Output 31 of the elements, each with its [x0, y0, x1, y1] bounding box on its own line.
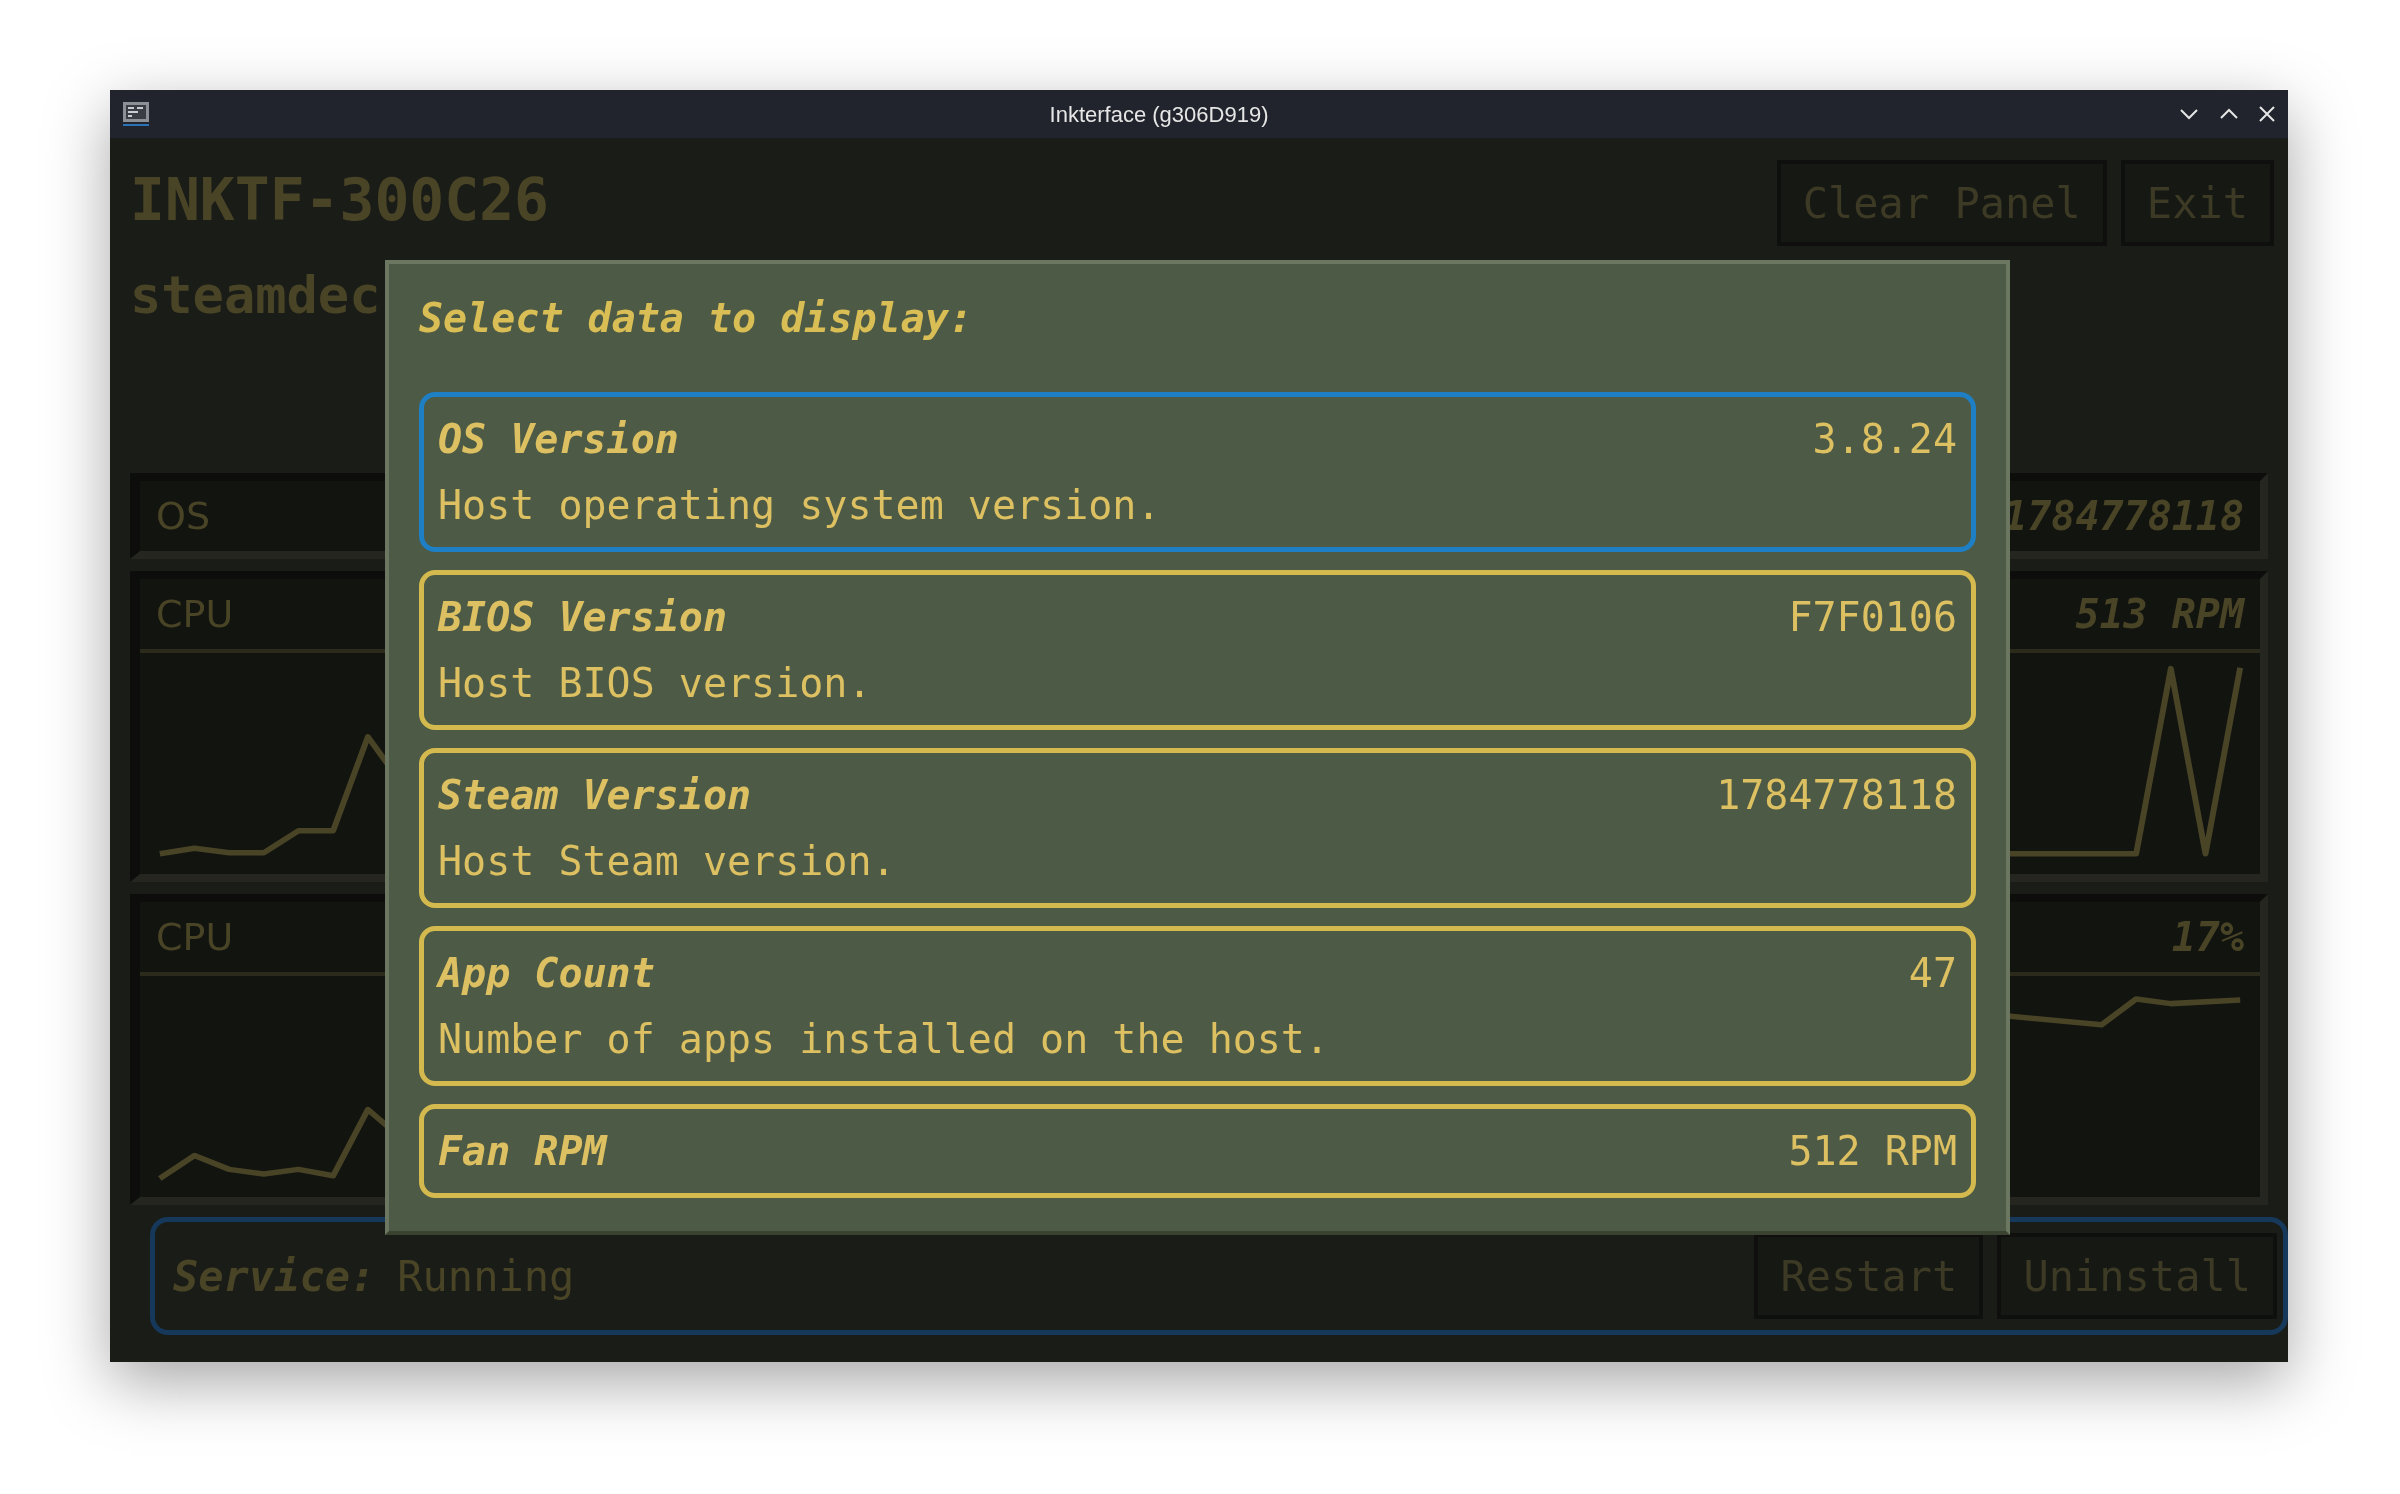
option-value: 512 RPM [1788, 1127, 1957, 1176]
option-name: App Count [438, 949, 655, 998]
app-icon [122, 100, 150, 128]
dialog-title: Select data to display: [419, 294, 974, 343]
panel-value: 17% [2171, 913, 2244, 962]
close-icon[interactable] [2258, 105, 2276, 123]
option-description: Host BIOS version. [438, 659, 873, 708]
panel-value: 513 RPM [2075, 590, 2244, 639]
option-value: 47 [1908, 949, 1957, 998]
window-title: Inkterface (g306D919) [1048, 100, 1270, 129]
data-option[interactable]: App Count 47 Number of apps installed on the host. [419, 926, 1976, 1086]
option-value: 3.8.24 [1812, 415, 1957, 464]
option-description: Host Steam version. [438, 837, 897, 886]
panel-label: CPU [156, 590, 234, 638]
option-description: Host operating system version. [438, 481, 1162, 530]
option-name: OS Version [438, 415, 679, 464]
data-option[interactable]: Fan RPM 512 RPM [419, 1104, 1976, 1198]
data-option[interactable]: OS Version 3.8.24 Host operating system version. [419, 392, 1976, 552]
minimize-icon[interactable] [2178, 107, 2200, 121]
panel-value: 1784778118 [2003, 492, 2244, 541]
panel-label: OS [156, 492, 211, 540]
option-value: 1784778118 [1716, 771, 1957, 820]
option-name: Fan RPM [438, 1127, 607, 1176]
data-option[interactable]: BIOS Version F7F0106 Host BIOS version. [419, 570, 1976, 730]
option-value: F7F0106 [1788, 593, 1957, 642]
option-name: Steam Version [438, 771, 752, 820]
data-option[interactable]: Steam Version 1784778118 Host Steam version. [419, 748, 1976, 908]
panel-label: CPU [156, 913, 234, 961]
option-description: Number of apps installed on the host. [438, 1015, 1331, 1064]
maximize-icon[interactable] [2218, 107, 2240, 121]
option-name: BIOS Version [438, 593, 727, 642]
